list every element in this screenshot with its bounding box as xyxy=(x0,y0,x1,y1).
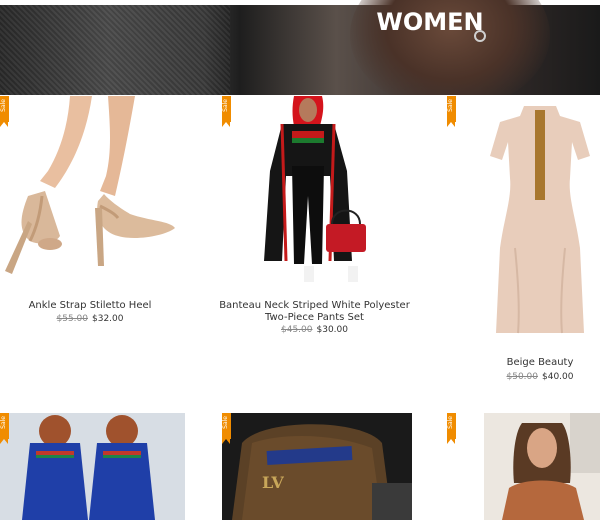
sale-badge: Sale xyxy=(0,413,9,444)
sale-badge-label: Sale xyxy=(222,99,229,112)
product-image-top[interactable] xyxy=(484,413,600,520)
product-old-price: $55.00 xyxy=(56,314,89,324)
product-image-heels[interactable] xyxy=(0,96,180,286)
sale-badge-label: Sale xyxy=(447,416,454,429)
product-old-price: $50.00 xyxy=(506,372,539,382)
sale-badge: Sale xyxy=(447,413,456,444)
product-price: $50.00 $40.00 xyxy=(480,372,600,382)
product-sale-price: $30.00 xyxy=(316,325,349,335)
product-sale-price: $40.00 xyxy=(542,372,574,382)
product-old-price: $45.00 xyxy=(281,325,313,335)
hero-texture xyxy=(0,5,230,95)
sale-badge-label: Sale xyxy=(0,416,7,429)
sale-badge: Sale xyxy=(447,96,456,127)
product-price: $45.00 $30.00 xyxy=(212,325,417,335)
sale-badge-label: Sale xyxy=(447,99,454,112)
sale-badge-label: Sale xyxy=(222,416,229,429)
sale-badge: Sale xyxy=(0,96,9,127)
sale-badge: Sale xyxy=(222,413,231,444)
product-image-dress[interactable] xyxy=(480,98,600,343)
page-title: WOMEN xyxy=(376,8,484,36)
product-image-hoodie-set[interactable] xyxy=(0,413,185,520)
product-image-bag[interactable]: LV xyxy=(222,413,412,520)
product-name[interactable]: Banteau Neck Striped White Polyester Two… xyxy=(212,300,417,324)
hero-banner: WOMEN xyxy=(0,0,600,95)
product-name[interactable]: Beige Beauty xyxy=(480,357,600,369)
sale-badge-label: Sale xyxy=(0,99,7,112)
product-name[interactable]: Ankle Strap Stiletto Heel xyxy=(0,300,180,312)
svg-text:LV: LV xyxy=(262,473,284,492)
product-sale-price: $32.00 xyxy=(92,314,124,324)
product-image-two-piece-set[interactable] xyxy=(222,96,412,291)
product-price: $55.00 $32.00 xyxy=(0,314,180,324)
sale-badge: Sale xyxy=(222,96,231,127)
